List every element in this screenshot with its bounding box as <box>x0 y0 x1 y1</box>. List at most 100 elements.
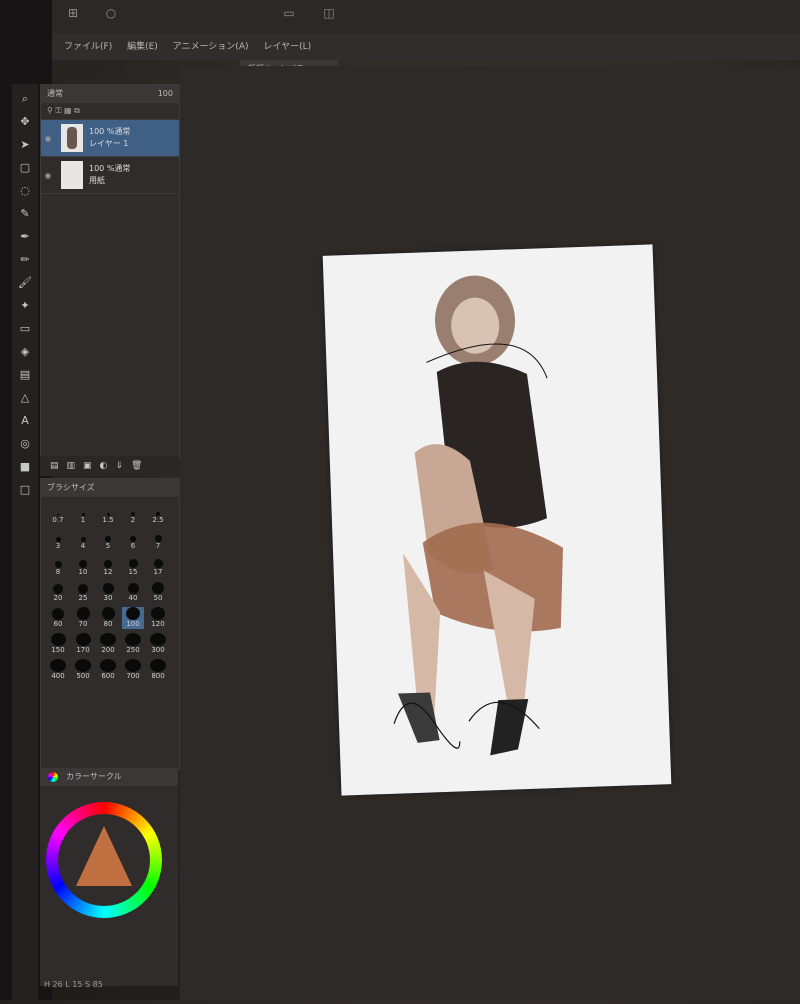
brush-size-cell[interactable]: 800 <box>147 659 169 681</box>
brush-size-dot <box>50 633 66 646</box>
brush-size-cell[interactable]: 25 <box>72 581 94 603</box>
brush-size-dot <box>128 559 138 568</box>
saturation-value-triangle[interactable] <box>76 826 132 886</box>
layer-row[interactable]: ◉ 100 %通常 用紙 <box>41 157 179 194</box>
balloon-icon[interactable]: ◎ <box>17 436 33 452</box>
layer-row[interactable]: ◉ 100 %通常 レイヤー 1 <box>41 120 179 157</box>
brush-size-label: 300 <box>151 646 165 654</box>
brush-size-label: 4 <box>80 542 86 550</box>
brush-size-cell[interactable]: 80 <box>97 607 119 629</box>
gradient-icon[interactable]: ▤ <box>17 367 33 383</box>
brush-size-cell[interactable]: 150 <box>47 633 69 655</box>
operation-icon[interactable]: ➤ <box>17 137 33 153</box>
brush-size-cell[interactable]: 1.5 <box>97 503 119 525</box>
brush-size-cell[interactable]: 20 <box>47 581 69 603</box>
circle-icon[interactable]: ○ <box>104 6 118 20</box>
brush-size-cell[interactable]: 6 <box>122 529 144 551</box>
brush-size-cell[interactable]: 70 <box>72 607 94 629</box>
brush-size-cell[interactable]: 500 <box>72 659 94 681</box>
new-folder-icon[interactable]: ▣ <box>83 461 92 471</box>
sub-color-swatch-icon[interactable]: □ <box>17 482 33 498</box>
brush-size-dot <box>150 659 166 672</box>
airbrush-icon[interactable]: ✦ <box>17 298 33 314</box>
brush-size-cell[interactable]: 50 <box>147 581 169 603</box>
menu-edit[interactable]: 編集(E) <box>127 34 158 60</box>
layer-thumbnail <box>61 124 83 152</box>
brush-size-cell[interactable]: 100 <box>122 607 144 629</box>
brush-size-cell[interactable]: 17 <box>147 555 169 577</box>
brush-size-cell[interactable]: 30 <box>97 581 119 603</box>
brush-size-cell[interactable]: 1 <box>72 503 94 525</box>
brush-size-cell[interactable]: 4 <box>72 529 94 551</box>
menu-animation[interactable]: アニメーション(A) <box>173 34 249 60</box>
menu-layer[interactable]: レイヤー(L) <box>263 34 311 60</box>
brush-size-cell[interactable]: 60 <box>47 607 69 629</box>
brush-size-cell[interactable]: 8 <box>47 555 69 577</box>
brush-size-label: 0.7 <box>52 516 64 524</box>
brush-size-cell[interactable]: 400 <box>47 659 69 681</box>
pen-icon[interactable]: ✒ <box>17 229 33 245</box>
fill-icon[interactable]: ◈ <box>17 344 33 360</box>
eye-icon[interactable]: ◉ <box>41 134 55 143</box>
brush-size-panel: ブラシサイズ 0.7 1 1.5 2 2.5 3 4 5 6 7 8 10 12 15 17 20 25 30 40… <box>40 478 180 770</box>
move-icon[interactable]: ✥ <box>17 114 33 130</box>
windows-logo-icon[interactable]: ⊞ <box>66 6 80 20</box>
brush-size-cell[interactable]: 15 <box>122 555 144 577</box>
brush-size-cell[interactable]: 7 <box>147 529 169 551</box>
brush-size-label: 12 <box>103 568 113 576</box>
lasso-icon[interactable]: ◌ <box>17 183 33 199</box>
brush-icon[interactable]: 🖌 <box>17 275 33 291</box>
text-icon[interactable]: A <box>17 413 33 429</box>
opacity-value[interactable]: 100 <box>158 85 173 103</box>
sketch-illustration <box>393 275 564 756</box>
drawing-canvas[interactable] <box>322 244 672 796</box>
pencil-icon[interactable]: ✏ <box>17 252 33 268</box>
brush-size-dot <box>50 659 66 672</box>
layer-opacity-blend: 100 %通常 <box>89 127 131 136</box>
brush-size-cell[interactable]: 700 <box>122 659 144 681</box>
selection-icon[interactable]: ▢ <box>17 160 33 176</box>
brush-size-label: 800 <box>151 672 165 680</box>
brush-size-label: 2 <box>130 516 136 524</box>
delete-layer-icon[interactable]: 🗑 <box>131 461 142 471</box>
brush-size-dot <box>151 607 165 620</box>
new-raster-layer-icon[interactable]: ▤ <box>50 461 59 471</box>
mask-icon[interactable]: ◐ <box>100 461 108 471</box>
color-wheel-panel <box>40 786 178 986</box>
eyedropper-icon[interactable]: ✎ <box>17 206 33 222</box>
brush-size-label: 5 <box>105 542 111 550</box>
new-vector-layer-icon[interactable]: ▥ <box>67 461 76 471</box>
brush-size-cell[interactable]: 600 <box>97 659 119 681</box>
brush-size-cell[interactable]: 12 <box>97 555 119 577</box>
window-icon[interactable]: ▭ <box>282 6 296 20</box>
brush-size-cell[interactable]: 2.5 <box>147 503 169 525</box>
eraser-icon[interactable]: ▭ <box>17 321 33 337</box>
brush-size-dot <box>104 560 112 568</box>
brush-size-cell[interactable]: 2 <box>122 503 144 525</box>
main-color-swatch-icon[interactable]: ■ <box>17 459 33 475</box>
eye-icon[interactable]: ◉ <box>41 171 55 180</box>
brush-size-label: 170 <box>76 646 90 654</box>
menu-file[interactable]: ファイル(F) <box>64 34 112 60</box>
brush-size-cell[interactable]: 0.7 <box>47 503 69 525</box>
layer-thumbnail <box>61 161 83 189</box>
layer-name: 用紙 <box>89 176 105 185</box>
brush-size-label: 10 <box>78 568 88 576</box>
brush-size-cell[interactable]: 250 <box>122 633 144 655</box>
brush-size-label: 100 <box>126 620 140 628</box>
figure-icon[interactable]: △ <box>17 390 33 406</box>
brush-size-cell[interactable]: 40 <box>122 581 144 603</box>
menubar: ファイル(F) 編集(E) アニメーション(A) レイヤー(L) <box>52 34 800 60</box>
brush-size-cell[interactable]: 3 <box>47 529 69 551</box>
app-icon[interactable]: ◫ <box>322 6 336 20</box>
blend-mode-label[interactable]: 通常 <box>47 89 63 98</box>
zoom-icon[interactable]: ⌕ <box>17 91 33 107</box>
brush-size-cell[interactable]: 120 <box>147 607 169 629</box>
brush-size-label: 17 <box>153 568 163 576</box>
brush-size-cell[interactable]: 10 <box>72 555 94 577</box>
merge-icon[interactable]: ⇓ <box>115 461 123 471</box>
brush-size-cell[interactable]: 5 <box>97 529 119 551</box>
brush-size-cell[interactable]: 170 <box>72 633 94 655</box>
brush-size-cell[interactable]: 200 <box>97 633 119 655</box>
brush-size-cell[interactable]: 300 <box>147 633 169 655</box>
